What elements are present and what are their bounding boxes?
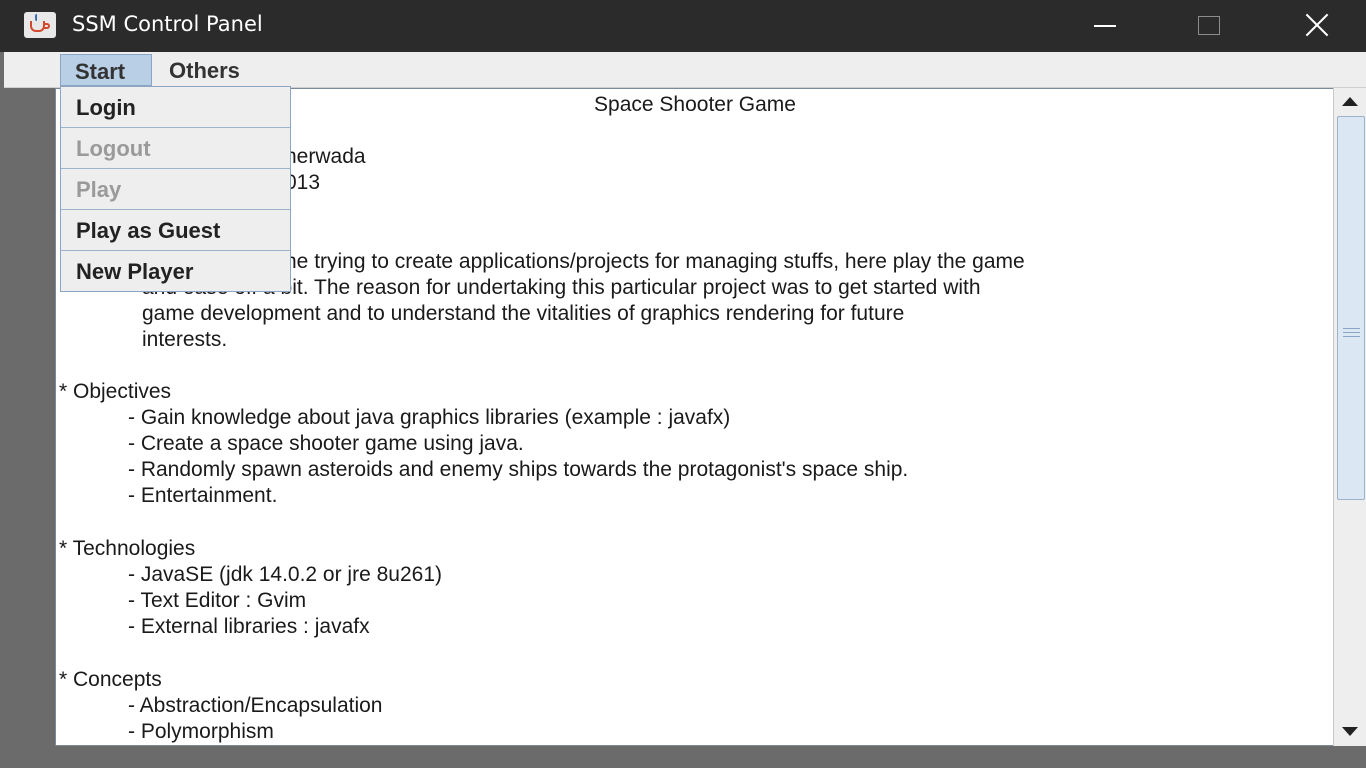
menu-item-play: Play [61, 169, 290, 210]
list-item: - External libraries : javafx [128, 615, 370, 638]
start-dropdown-menu: Login Logout Play Play as Guest New Play… [60, 86, 291, 292]
menu-start[interactable]: Start [60, 54, 152, 86]
grip-icon [1343, 332, 1360, 333]
maximize-button[interactable] [1158, 0, 1264, 52]
list-item: - Abstraction/Encapsulation [128, 694, 383, 717]
minimize-icon [1094, 25, 1116, 27]
section-heading: * Technologies [59, 537, 196, 560]
list-item: - Entertainment. [128, 484, 278, 507]
menu-item-logout: Logout [61, 128, 290, 169]
menu-item-new-player[interactable]: New Player [61, 251, 290, 292]
list-item: - Polymorphism [128, 720, 274, 743]
window-bottom-border [0, 746, 1366, 768]
author-text: herwada [285, 145, 366, 168]
scroll-down-arrow-icon[interactable] [1334, 718, 1366, 746]
menu-bar: Start Others [0, 52, 1366, 88]
vertical-scrollbar[interactable] [1333, 88, 1366, 746]
minimize-button[interactable] [1052, 0, 1158, 52]
section-heading: * Objectives [59, 380, 172, 403]
title-bar: SSM Control Panel [0, 0, 1366, 52]
java-cup-icon[interactable] [24, 12, 56, 38]
grip-icon [1343, 336, 1360, 337]
list-item: - Text Editor : Gvim [128, 589, 307, 612]
window-border [0, 52, 4, 88]
intro-line-4: interests. [142, 328, 228, 351]
section-heading: * Concepts [59, 668, 162, 691]
scroll-thumb[interactable] [1337, 116, 1365, 500]
grip-icon [1343, 328, 1360, 329]
window-title: SSM Control Panel [72, 12, 263, 36]
menu-item-play-as-guest[interactable]: Play as Guest [61, 210, 290, 251]
list-item: - JavaSE (jdk 14.0.2 or jre 8u261) [128, 563, 442, 586]
list-item: - Create a space shooter game using java… [128, 432, 524, 455]
list-item: - Gain knowledge about java graphics lib… [128, 406, 731, 429]
close-icon [1304, 12, 1330, 38]
menu-item-login[interactable]: Login [61, 87, 290, 128]
intro-line-1: ne trying to create applications/project… [285, 250, 1025, 273]
intro-line-3: game development and to understand the v… [142, 302, 905, 325]
scroll-up-arrow-icon[interactable] [1334, 88, 1366, 116]
menu-others[interactable]: Others [155, 54, 275, 86]
close-button[interactable] [1262, 0, 1366, 52]
list-item: - Randomly spawn asteroids and enemy shi… [128, 458, 909, 481]
maximize-icon [1198, 16, 1220, 35]
